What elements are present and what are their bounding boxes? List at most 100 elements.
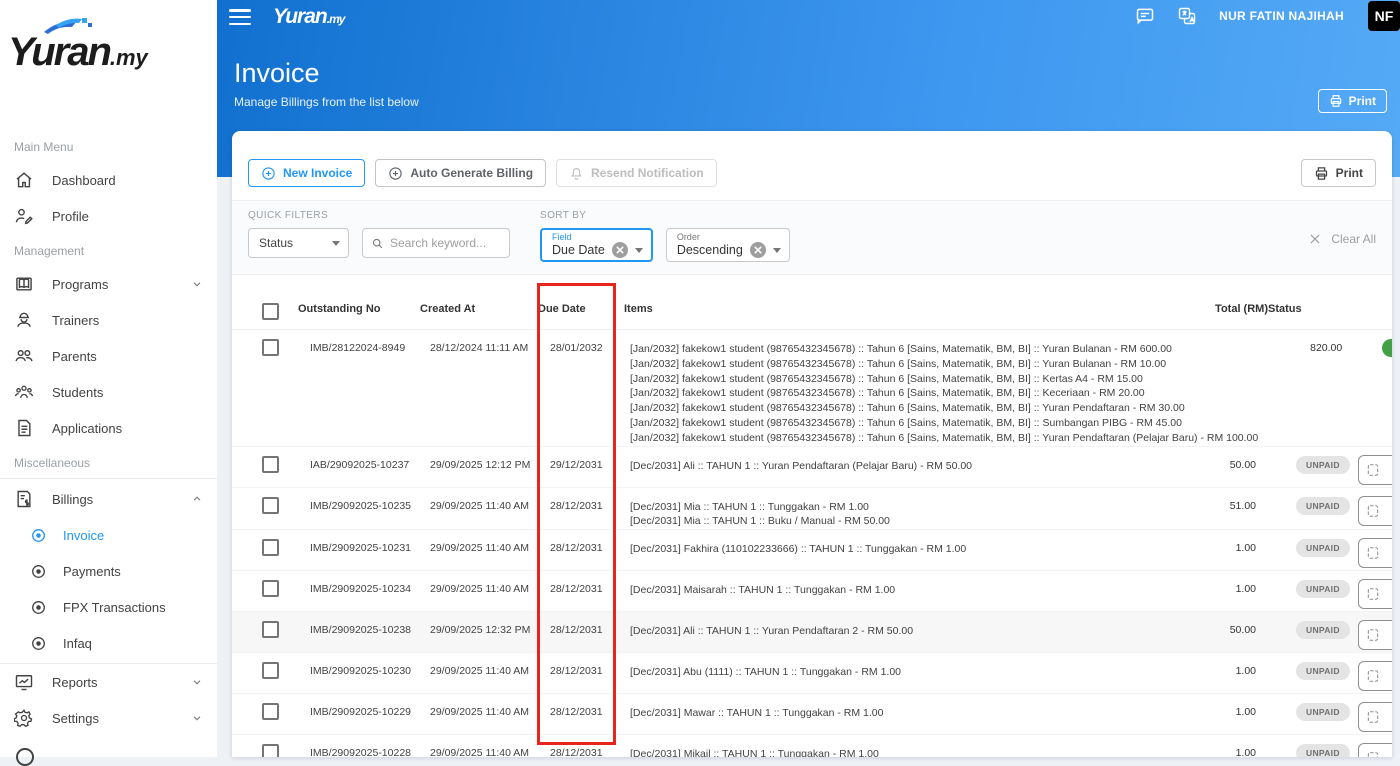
sidebar-item-dashboard[interactable]: Dashboard [0,162,217,198]
row-receipt-button[interactable] [1358,702,1392,732]
sidebar-subitem-invoice[interactable]: Invoice [0,517,217,553]
status-badge: UNPAID [1268,530,1358,570]
status-badge: PAID [1354,330,1392,446]
page-title: Invoice [234,58,419,89]
logo-swoosh-icon [42,16,102,42]
row-checkbox[interactable] [262,339,279,356]
cell-outstanding-no: IMB/29092025-10229 [298,694,420,734]
table-row[interactable]: IMB/29092025-10231 29/09/2025 11:40 AM 2… [232,530,1392,571]
radio-icon [30,635,47,652]
item-line: [Dec/2031] Mawar :: TAHUN 1 :: Tunggakan… [630,706,1172,721]
cell-items: [Jan/2032] fakekow1 student (98765432345… [624,330,1258,446]
row-receipt-button[interactable] [1358,661,1392,691]
resend-notification-button[interactable]: Resend Notification [556,159,717,187]
sidebar-subitem-fpx-transactions[interactable]: FPX Transactions [0,589,217,625]
row-checkbox[interactable] [262,621,279,638]
sidebar-item-billings[interactable]: Billings [0,481,217,517]
sort-order-chip[interactable]: Order Descending [666,228,790,262]
billing-icon [14,489,34,509]
sidebar-item-parents[interactable]: Parents [0,338,217,374]
cell-total: 1.00 [1172,571,1268,611]
cell-due-date: 28/12/2031 [538,488,624,530]
cell-items: [Dec/2031] Ali :: TAHUN 1 :: Yuran Penda… [624,612,1172,652]
feedback-icon[interactable] [1135,6,1155,26]
cell-total: 1.00 [1172,653,1268,693]
row-checkbox[interactable] [262,662,279,679]
table-row[interactable]: IMB/29092025-10229 29/09/2025 11:40 AM 2… [232,694,1392,735]
clear-field-icon[interactable] [612,242,628,258]
clear-all-button[interactable]: Clear All [1308,232,1376,246]
status-badge: UNPAID [1268,571,1358,611]
invoice-table: Outstanding No Created At Due Date Items… [232,295,1392,757]
sort-field-chip[interactable]: Field Due Date [540,228,653,262]
row-checkbox[interactable] [262,580,279,597]
quick-filters-label: QUICK FILTERS [248,210,510,221]
sidebar-subitem-payments[interactable]: Payments [0,553,217,589]
sidebar-item-trainers[interactable]: Trainers [0,302,217,338]
header-print-button[interactable]: Print [1318,89,1387,113]
row-checkbox[interactable] [262,456,279,473]
receipt-icon [1366,710,1380,724]
status-badge: UNPAID [1268,735,1358,757]
row-receipt-button[interactable] [1358,496,1392,526]
item-line: [Dec/2031] Maisarah :: TAHUN 1 :: Tungga… [630,583,1172,598]
table-row[interactable]: IMB/28122024-8949 28/12/2024 11:11 AM 28… [232,330,1392,447]
sidebar-item-settings[interactable]: Settings [0,700,217,736]
table-row[interactable]: IMB/29092025-10235 29/09/2025 11:40 AM 2… [232,488,1392,531]
sidebar-item-reports[interactable]: Reports [0,664,217,700]
table-header-row: Outstanding No Created At Due Date Items… [232,295,1392,330]
item-line: [Jan/2032] fakekow1 student (98765432345… [630,431,1258,446]
person-edit-icon [14,206,34,226]
select-all-checkbox[interactable] [262,303,279,320]
table-row[interactable]: IMB/29092025-10238 29/09/2025 12:32 PM 2… [232,612,1392,653]
status-badge: UNPAID [1268,694,1358,734]
row-checkbox[interactable] [262,744,279,757]
row-receipt-button[interactable] [1358,455,1392,485]
row-receipt-button[interactable] [1358,538,1392,568]
sidebar-item-students[interactable]: Students [0,374,217,410]
sidebar-item-profile[interactable]: Profile [0,198,217,234]
cell-outstanding-no: IMB/29092025-10228 [298,735,420,757]
auto-generate-billing-button[interactable]: Auto Generate Billing [375,159,546,187]
cell-total: 1.00 [1172,694,1268,734]
table-row[interactable]: IAB/29092025-10237 29/09/2025 12:12 PM 2… [232,447,1392,488]
cell-items: [Dec/2031] Mawar :: TAHUN 1 :: Tunggakan… [624,694,1172,734]
table-row[interactable]: IMB/29092025-10234 29/09/2025 11:40 AM 2… [232,571,1392,612]
sidebar-item-applications[interactable]: Applications [0,410,217,446]
new-invoice-button[interactable]: New Invoice [248,159,365,187]
cell-outstanding-no: IMB/28122024-8949 [298,330,420,446]
table-row[interactable]: IMB/29092025-10230 29/09/2025 11:40 AM 2… [232,653,1392,694]
logout-icon[interactable] [16,748,34,766]
item-line: [Dec/2031] Mikail :: TAHUN 1 :: Tunggaka… [630,747,1172,757]
row-checkbox[interactable] [262,497,279,514]
item-line: [Jan/2032] fakekow1 student (98765432345… [630,401,1258,416]
row-receipt-button[interactable] [1358,620,1392,650]
sidebar-item-programs[interactable]: Programs [0,266,217,302]
avatar[interactable]: NF [1368,1,1400,31]
row-receipt-button[interactable] [1358,579,1392,609]
cell-created-at: 28/12/2024 11:11 AM [420,330,538,446]
search-input[interactable] [390,236,501,250]
receipt-icon [1366,628,1380,642]
cell-outstanding-no: IMB/29092025-10238 [298,612,420,652]
cell-total: 50.00 [1172,447,1268,487]
receipt-icon [1366,546,1380,560]
item-line: [Dec/2031] Fakhira (110102233666) :: TAH… [630,542,1172,557]
radio-icon [30,527,47,544]
card-print-button[interactable]: Print [1301,159,1376,187]
user-name[interactable]: NUR FATIN NAJIHAH [1219,9,1344,23]
table-row[interactable]: IMB/29092025-10228 29/09/2025 11:40 AM 2… [232,735,1392,757]
row-checkbox[interactable] [262,703,279,720]
row-receipt-button[interactable] [1358,743,1392,757]
column-header-due-date: Due Date [538,295,624,329]
status-filter-select[interactable]: Status [248,228,349,258]
cell-due-date: 28/12/2031 [538,653,624,693]
translate-icon[interactable] [1177,6,1197,26]
toolbar: New Invoice Auto Generate Billing Resend… [232,131,1392,200]
row-checkbox[interactable] [262,539,279,556]
menu-toggle-icon[interactable] [229,9,251,25]
cell-outstanding-no: IAB/29092025-10237 [298,447,420,487]
clear-order-icon[interactable] [750,242,766,258]
sidebar-subitem-infaq[interactable]: Infaq [0,625,217,661]
report-icon [14,672,34,692]
